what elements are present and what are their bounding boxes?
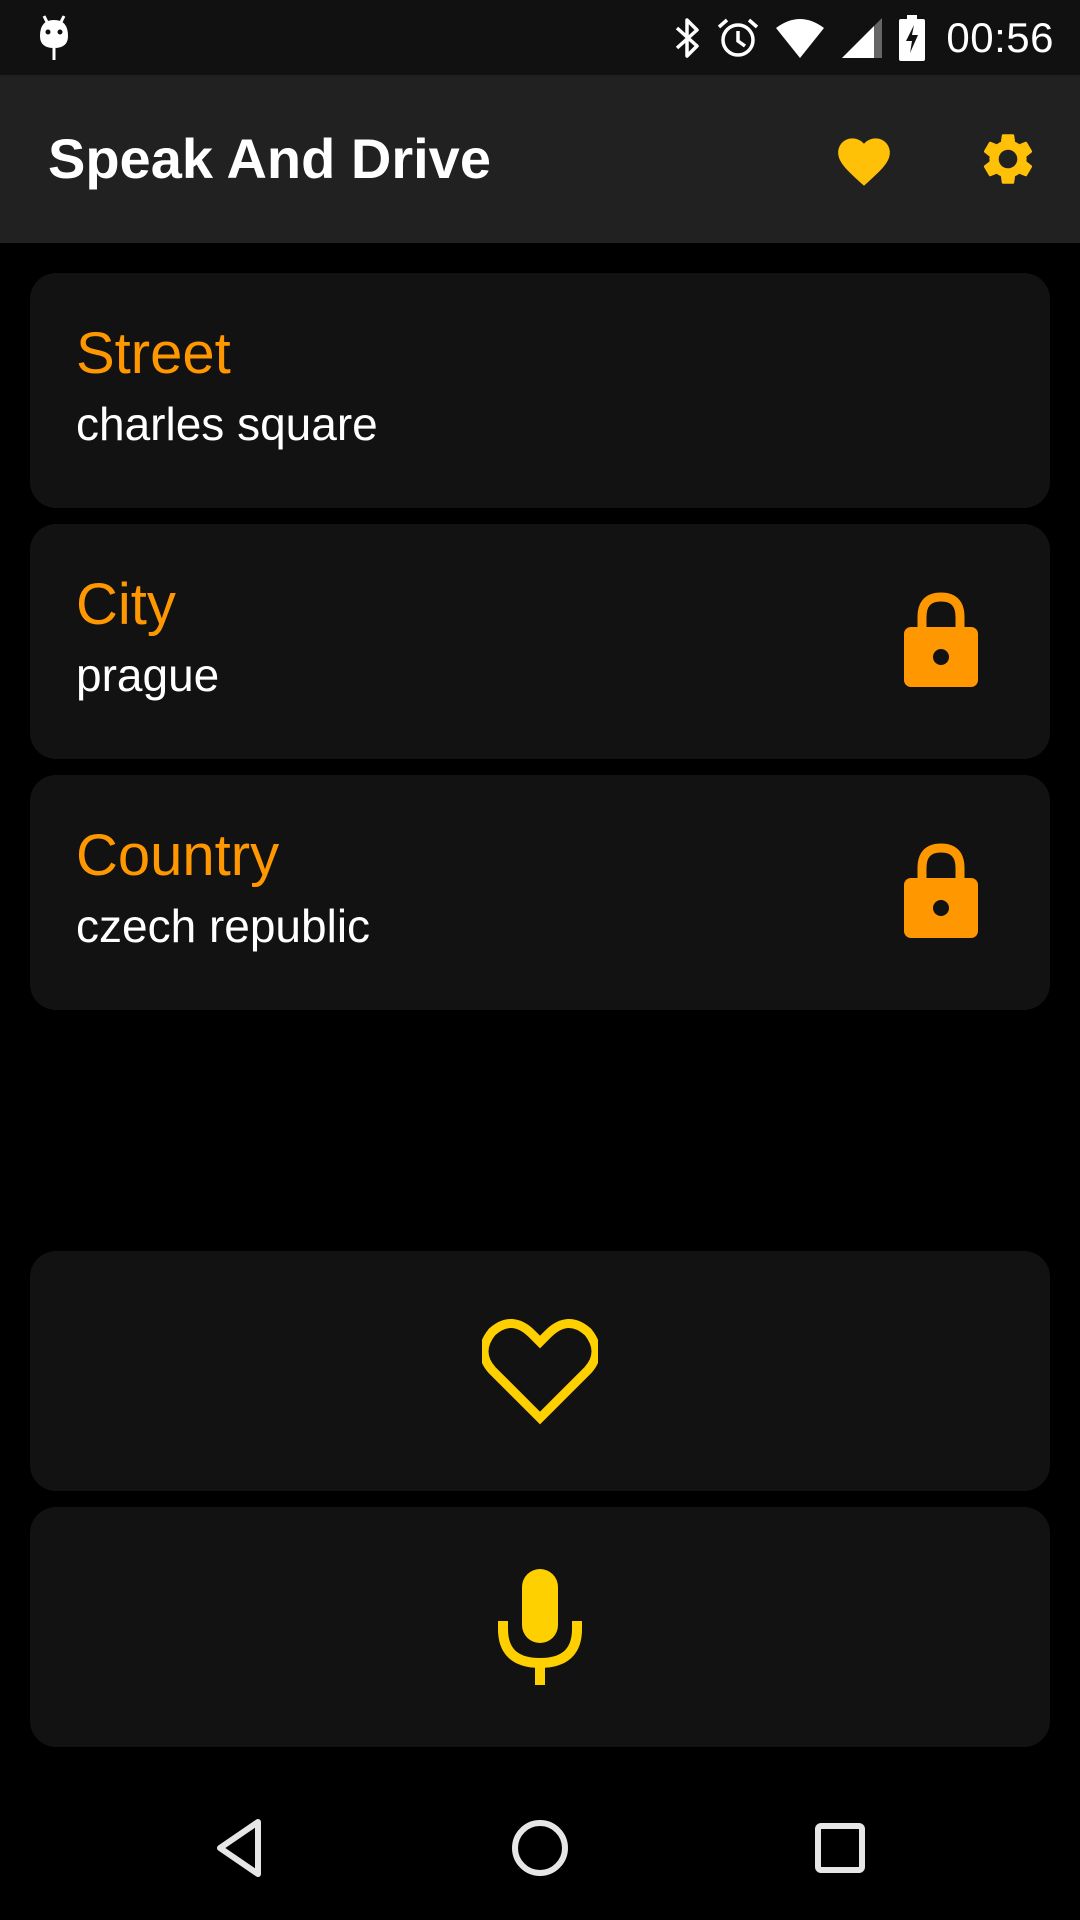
add-favorite-button[interactable] [30,1251,1050,1491]
back-icon [217,1819,261,1877]
microphone-icon [498,1569,582,1685]
city-value: prague [76,649,220,701]
battery-charging-icon [899,14,926,61]
nav-back-button[interactable] [190,1798,290,1898]
nav-home-button[interactable] [490,1798,590,1898]
home-icon [512,1820,568,1876]
cell-signal-icon [842,17,883,58]
navigation-bar [0,1776,1080,1920]
country-card[interactable]: Country czech republic [30,775,1050,1010]
status-time: 00:56 [946,13,1054,61]
country-value: czech republic [76,900,371,952]
city-lock-button[interactable] [886,584,996,694]
status-bar: 00:56 [0,0,1080,75]
heart-filled-icon [838,138,890,186]
app-bar: Speak And Drive [0,75,1080,243]
street-label: Street [76,321,231,386]
wifi-icon [776,18,825,58]
lock-icon [904,843,978,938]
country-lock-button[interactable] [886,835,996,945]
recents-icon [815,1823,865,1873]
gear-icon [983,134,1033,184]
android-debug-icon [40,15,68,60]
settings-button[interactable] [968,119,1048,199]
alarm-icon [718,18,759,57]
street-card[interactable]: Street charles square [30,273,1050,508]
bluetooth-icon [676,17,700,58]
city-card[interactable]: City prague [30,524,1050,759]
heart-outline-icon [482,1319,598,1425]
app-title: Speak And Drive [48,127,491,190]
favorites-button[interactable] [824,119,904,199]
lock-icon [904,592,978,687]
speak-button[interactable] [30,1507,1050,1747]
street-value: charles square [76,398,378,450]
country-label: Country [76,823,280,888]
nav-recents-button[interactable] [790,1798,890,1898]
city-label: City [76,572,176,637]
